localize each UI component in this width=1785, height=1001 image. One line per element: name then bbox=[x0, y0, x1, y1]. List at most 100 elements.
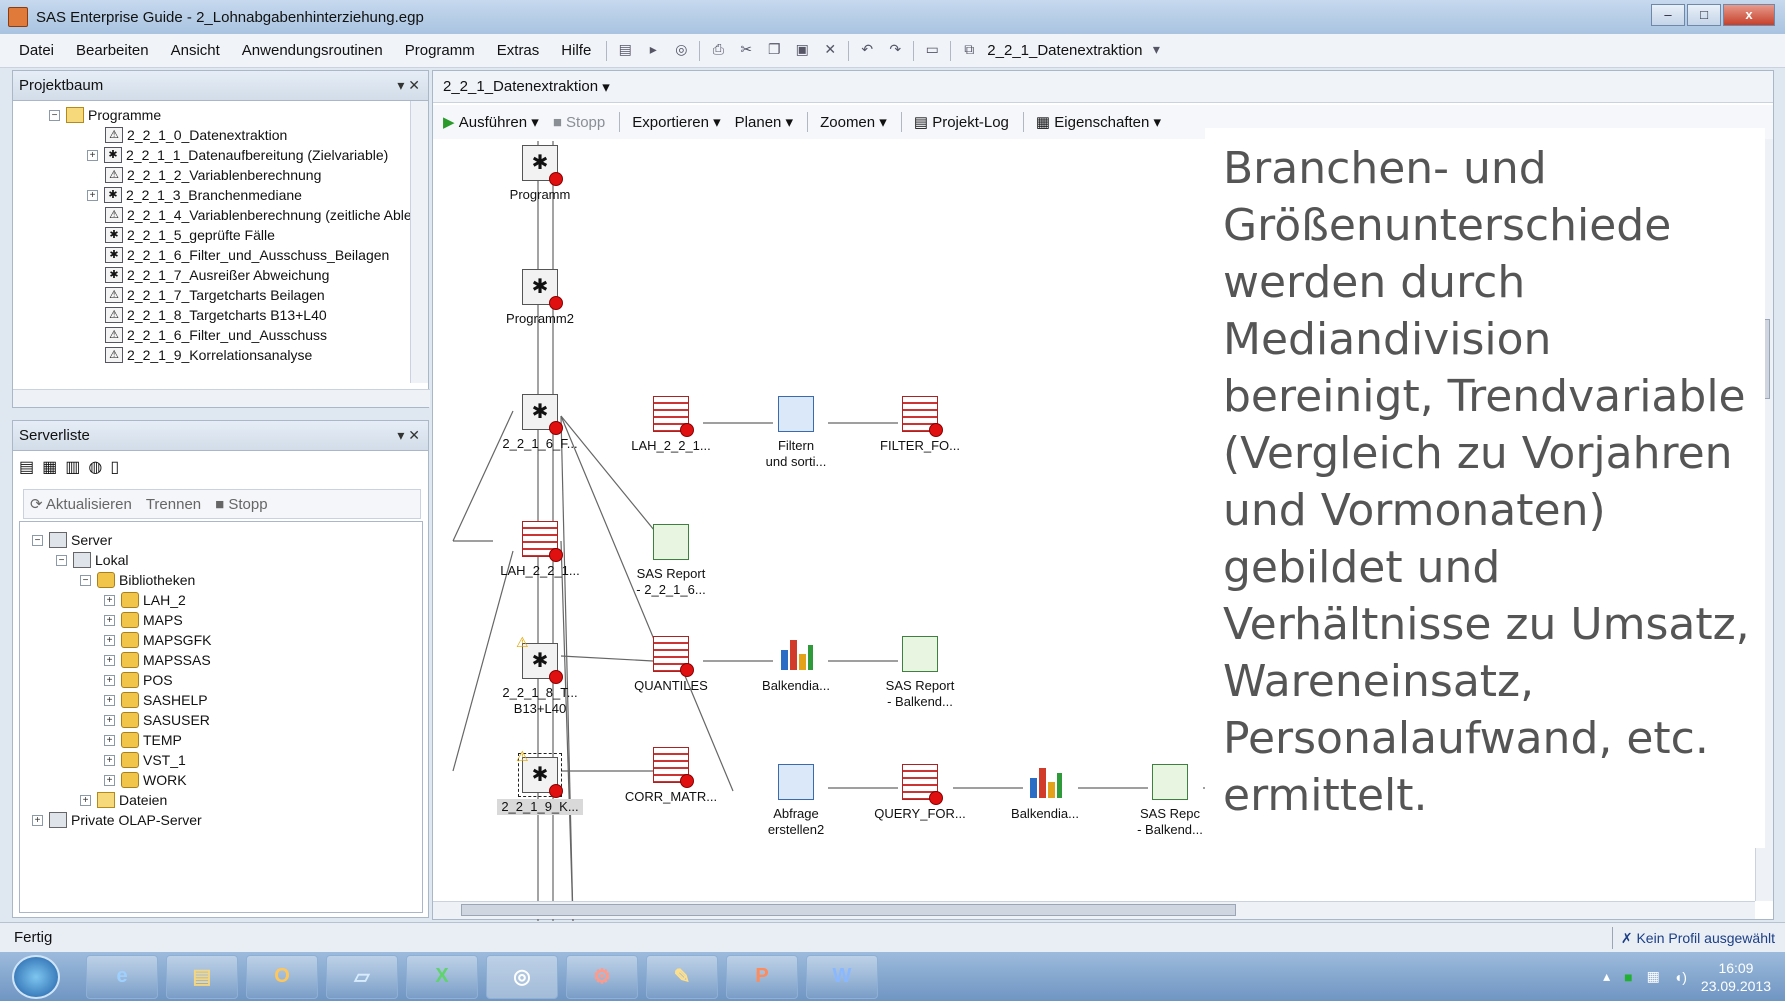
taskbar-ie-icon[interactable]: e bbox=[86, 954, 158, 999]
tray-chevron-icon[interactable]: ▴ bbox=[1603, 968, 1610, 985]
menu-datei[interactable]: Datei bbox=[8, 42, 65, 59]
expand-icon[interactable]: + bbox=[104, 754, 115, 766]
tree-item[interactable]: ⚠ 2_2_1_7_Targetcharts Beilagen bbox=[105, 287, 325, 303]
tree-library[interactable]: + SASHELP bbox=[104, 692, 208, 708]
undo-icon[interactable]: ↶ bbox=[856, 41, 878, 61]
tree-item[interactable]: + ✱ 2_2_1_3_Branchenmediane bbox=[87, 187, 302, 203]
flow-node-program-selected[interactable]: ✱ ⚠ 2_2_1_9_K... bbox=[485, 749, 595, 815]
expand-icon[interactable]: + bbox=[104, 774, 115, 786]
tree-olap[interactable]: + Private OLAP-Server bbox=[32, 812, 202, 828]
tree-item[interactable]: ⚠ 2_2_1_4_Variablenberechnung (zeitliche … bbox=[105, 207, 415, 223]
tree-item[interactable]: ✱ 2_2_1_6_Filter_und_Ausschuss_Beilagen bbox=[105, 247, 389, 263]
flow-node-program[interactable]: ✱ Programm2 bbox=[485, 269, 595, 327]
taskbar-word-icon[interactable]: W bbox=[806, 954, 878, 999]
network-icon[interactable]: ▦ bbox=[1647, 968, 1660, 985]
taskbar-powerpoint-icon[interactable]: P bbox=[726, 954, 798, 999]
refresh-button[interactable]: ⟳ Aktualisieren bbox=[30, 495, 132, 513]
redo-icon[interactable]: ↷ bbox=[884, 41, 906, 61]
expand-icon[interactable]: + bbox=[104, 594, 115, 606]
menu-ansicht[interactable]: Ansicht bbox=[160, 42, 231, 59]
copy-icon[interactable]: ❐ bbox=[763, 41, 785, 61]
tree-vertical-scrollbar[interactable] bbox=[410, 101, 428, 383]
stop-button[interactable]: ■ Stopp bbox=[215, 496, 267, 513]
tray-status-icon[interactable]: ■ bbox=[1624, 969, 1632, 985]
document-icon[interactable]: ▯ bbox=[110, 457, 119, 477]
flow-node-dataset[interactable]: LAH_2_2_1... bbox=[616, 396, 726, 454]
globe-icon[interactable]: ◍ bbox=[88, 457, 102, 477]
flow-node-task[interactable]: Filtern und sorti... bbox=[741, 396, 851, 470]
expand-icon[interactable]: + bbox=[104, 674, 115, 686]
cut-icon[interactable]: ✂ bbox=[735, 41, 757, 61]
taskbar-explorer-icon[interactable]: ▤ bbox=[166, 954, 238, 999]
tree-library[interactable]: + TEMP bbox=[104, 732, 182, 748]
window-icon[interactable]: ▭ bbox=[921, 41, 943, 61]
tree-library[interactable]: + SASUSER bbox=[104, 712, 210, 728]
menu-bearbeiten[interactable]: Bearbeiten bbox=[65, 42, 160, 59]
flow-node-dataset[interactable]: QUANTILES bbox=[616, 636, 726, 694]
collapse-icon[interactable]: − bbox=[49, 109, 60, 121]
menu-programm[interactable]: Programm bbox=[394, 42, 486, 59]
disconnect-button[interactable]: Trennen bbox=[146, 496, 201, 513]
expand-icon[interactable]: + bbox=[104, 694, 115, 706]
pin-close-icon[interactable]: ▾ ✕ bbox=[397, 427, 420, 444]
flow-node-program[interactable]: ✱ Programm bbox=[485, 145, 595, 203]
taskbar-outlook-icon[interactable]: O bbox=[246, 954, 318, 999]
start-button[interactable] bbox=[12, 954, 60, 999]
flow-node-report[interactable]: SAS Report - Balkend... bbox=[865, 636, 975, 710]
tree-local[interactable]: − Lokal bbox=[56, 552, 128, 568]
tree-libraries[interactable]: − Bibliotheken bbox=[80, 572, 195, 588]
paste-icon[interactable]: ▣ bbox=[791, 41, 813, 61]
sas-connect-icon[interactable]: ◎ bbox=[670, 41, 692, 61]
expand-icon[interactable]: + bbox=[87, 149, 98, 161]
profile-status[interactable]: ✗ Kein Profil ausgewählt bbox=[1611, 927, 1775, 949]
tree-library[interactable]: + POS bbox=[104, 672, 173, 688]
scroll-thumb[interactable] bbox=[461, 904, 1236, 916]
folder-icon[interactable]: ▦ bbox=[42, 457, 57, 477]
tree-item[interactable]: ✱ 2_2_1_5_geprüfte Fälle bbox=[105, 227, 275, 243]
collapse-icon[interactable]: − bbox=[32, 534, 43, 546]
new-icon[interactable]: ▤ bbox=[614, 41, 636, 61]
collapse-icon[interactable]: − bbox=[56, 554, 67, 566]
expand-icon[interactable]: + bbox=[87, 189, 98, 201]
tree-library[interactable]: + LAH_2 bbox=[104, 592, 186, 608]
tree-library[interactable]: + MAPSSAS bbox=[104, 652, 211, 668]
taskbar-excel-icon[interactable]: X bbox=[406, 954, 478, 999]
tree-item[interactable]: ✱ 2_2_1_7_Ausreißer Abweichung bbox=[105, 267, 329, 283]
tree-folder-programme[interactable]: − Programme bbox=[49, 107, 161, 123]
taskbar-paint-icon[interactable]: ✎ bbox=[646, 954, 718, 999]
tree-library[interactable]: + MAPSGFK bbox=[104, 632, 211, 648]
expand-icon[interactable]: + bbox=[104, 654, 115, 666]
server-icon[interactable]: ▥ bbox=[65, 457, 80, 477]
flow-selector[interactable]: 2_2_1_Datenextraktion bbox=[987, 42, 1142, 59]
flow-node-report[interactable]: SAS Report - 2_2_1_6... bbox=[616, 524, 726, 598]
expand-icon[interactable]: + bbox=[32, 814, 43, 826]
taskbar-sas-icon[interactable]: ◎ bbox=[486, 954, 558, 999]
open-icon[interactable]: ▸ bbox=[642, 41, 664, 61]
flow-node-dataset[interactable]: QUERY_FOR... bbox=[865, 764, 975, 822]
tree-item[interactable]: + ✱ 2_2_1_1_Datenaufbereitung (Zielvariabl… bbox=[87, 147, 388, 163]
pin-close-icon[interactable]: ▾ ✕ bbox=[397, 77, 420, 94]
expand-icon[interactable]: + bbox=[104, 714, 115, 726]
minimize-button[interactable]: – bbox=[1651, 4, 1685, 26]
flow-node-task[interactable]: Abfrage erstellen2 bbox=[741, 764, 851, 838]
connect-icon[interactable]: ▤ bbox=[19, 457, 34, 477]
volume-icon[interactable]: ◖) bbox=[1674, 969, 1687, 985]
collapse-icon[interactable]: − bbox=[80, 574, 91, 586]
tree-files[interactable]: + Dateien bbox=[80, 792, 167, 808]
chevron-down-icon[interactable]: ▾ bbox=[1145, 41, 1167, 61]
expand-icon[interactable]: + bbox=[104, 734, 115, 746]
menu-extras[interactable]: Extras bbox=[486, 42, 551, 59]
flow-node-dataset[interactable]: LAH_2_2_1... bbox=[485, 521, 595, 579]
tree-item[interactable]: ⚠ 2_2_1_0_Datenextraktion bbox=[105, 127, 287, 143]
taskbar-notepad-icon[interactable]: ▱ bbox=[326, 954, 398, 999]
tree-item[interactable]: ⚠ 2_2_1_9_Korrelationsanalyse bbox=[105, 347, 312, 363]
tree-library[interactable]: + WORK bbox=[104, 772, 187, 788]
tree-library[interactable]: + VST_1 bbox=[104, 752, 186, 768]
print-icon[interactable]: ⎙ bbox=[707, 41, 729, 61]
expand-icon[interactable]: + bbox=[80, 794, 91, 806]
flow-node-task[interactable]: Balkendia... bbox=[741, 636, 851, 694]
close-button[interactable]: x bbox=[1723, 4, 1775, 26]
tree-item[interactable]: ⚠ 2_2_1_2_Variablenberechnung bbox=[105, 167, 321, 183]
expand-icon[interactable]: + bbox=[104, 614, 115, 626]
expand-icon[interactable]: + bbox=[104, 634, 115, 646]
